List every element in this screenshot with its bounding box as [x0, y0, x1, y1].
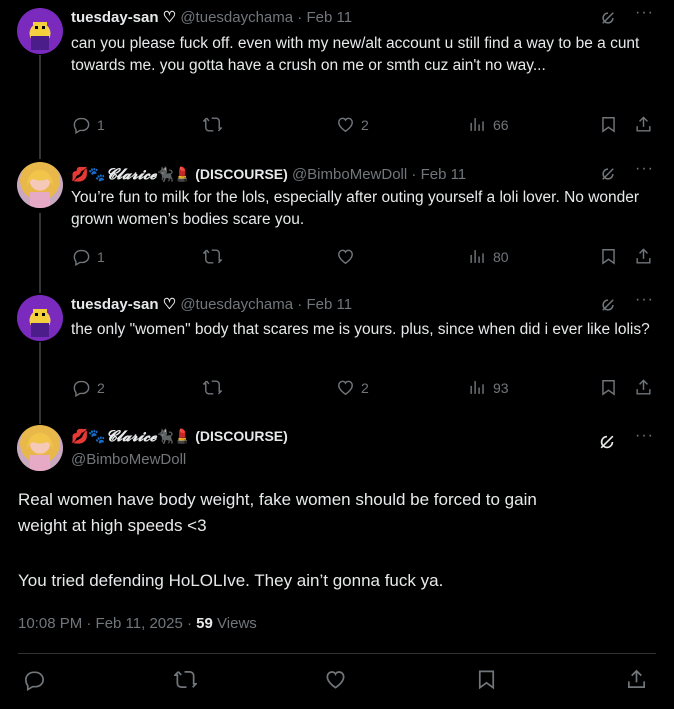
views-label: Views [217, 615, 257, 632]
avatar[interactable] [17, 162, 63, 208]
repost-icon [203, 378, 222, 397]
grok-icon[interactable] [599, 296, 617, 314]
like-count: 2 [361, 379, 369, 396]
grok-icon[interactable] [597, 432, 617, 452]
reply-icon [72, 115, 91, 134]
more-icon[interactable]: ··· [635, 4, 654, 27]
tweet-text-line-2: weight at high speeds <3 [18, 516, 207, 535]
user-handle[interactable]: @tuesdaychama [180, 9, 293, 26]
share-icon [625, 668, 648, 691]
like-icon [336, 378, 355, 397]
bookmark-button[interactable] [599, 115, 618, 134]
bookmark-icon [599, 115, 618, 134]
share-icon [634, 115, 653, 134]
views-button[interactable]: 80 [468, 247, 509, 266]
reply-icon [72, 378, 91, 397]
views-count: 66 [493, 116, 509, 133]
tweet-date[interactable]: Feb 11 [306, 9, 352, 26]
repost-button[interactable] [203, 378, 228, 397]
avatar[interactable] [17, 8, 63, 54]
reply-count: 2 [97, 379, 105, 396]
tweet-header: tuesday-san ♡ @tuesdaychama · Feb 11 [71, 9, 353, 26]
like-icon [336, 247, 355, 266]
reply-tweet-1[interactable]: tuesday-san ♡ @tuesdaychama · Feb 11 ···… [0, 0, 674, 150]
reply-button[interactable] [23, 668, 46, 696]
bookmark-button[interactable] [475, 668, 498, 696]
tweet-text-line-3: You tried defending HoLOLIve. They ain’t… [18, 571, 444, 590]
views-count: 93 [493, 379, 509, 396]
bookmark-icon [475, 668, 498, 691]
tweet-text: You’re fun to milk for the lols, especia… [71, 189, 640, 228]
tweet-header: tuesday-san ♡ @tuesdaychama · Feb 11 [71, 296, 353, 313]
reply-button[interactable]: 1 [72, 115, 105, 134]
tweet-date[interactable]: Feb 11 [421, 166, 467, 183]
reply-icon [23, 668, 46, 691]
user-handle[interactable]: @tuesdaychama [180, 296, 293, 313]
views-button[interactable]: 93 [468, 378, 509, 397]
repost-button[interactable] [203, 115, 228, 134]
share-icon [634, 247, 653, 266]
repost-icon [203, 247, 222, 266]
tweet-text: the only "women" body that scares me is … [71, 321, 650, 338]
repost-button[interactable] [174, 668, 197, 696]
divider [18, 653, 656, 654]
bookmark-icon [599, 247, 618, 266]
main-action-bar [0, 668, 674, 692]
grok-icon[interactable] [599, 165, 617, 183]
bookmark-button[interactable] [599, 378, 618, 397]
more-icon[interactable]: ··· [635, 160, 654, 183]
like-button[interactable]: 2 [336, 378, 369, 397]
bookmark-icon [599, 378, 618, 397]
repost-button[interactable] [203, 247, 228, 266]
views-count: 80 [493, 248, 509, 265]
more-icon[interactable]: ··· [635, 427, 654, 452]
tweet-text-line-1: Real women have body weight, fake women … [18, 490, 537, 509]
share-icon [634, 378, 653, 397]
like-button[interactable] [336, 247, 361, 266]
tweet-metadata: 10:08 PM · Feb 11, 2025 · 59 Views [18, 615, 257, 632]
reply-tweet-2[interactable]: 💋🐾𝓒𝓵𝓪𝓻𝓲𝓬𝓮🐈‍⬛💄 (DISCOURSE) @BimboMewDoll … [0, 158, 674, 288]
avatar[interactable] [17, 425, 63, 471]
share-button[interactable] [634, 115, 653, 134]
reply-count: 1 [97, 116, 105, 133]
display-name[interactable]: 💋🐾𝓒𝓵𝓪𝓻𝓲𝓬𝓮🐈‍⬛💄 (DISCOURSE) [71, 165, 288, 183]
reply-icon [72, 247, 91, 266]
display-name[interactable]: 💋🐾𝓒𝓵𝓪𝓻𝓲𝓬𝓮🐈‍⬛💄 (DISCOURSE) [71, 427, 288, 445]
views-icon [468, 247, 487, 266]
views-icon [468, 378, 487, 397]
action-bar: 2 2 93 [72, 378, 654, 398]
tweet-header: 💋🐾𝓒𝓵𝓪𝓻𝓲𝓬𝓮🐈‍⬛💄 (DISCOURSE) @BimboMewDoll … [71, 165, 467, 183]
repost-icon [174, 668, 197, 691]
reply-tweet-3[interactable]: tuesday-san ♡ @tuesdaychama · Feb 11 ···… [0, 290, 674, 420]
bookmark-button[interactable] [599, 247, 618, 266]
views-icon [468, 115, 487, 134]
like-icon [324, 668, 347, 691]
tweet-date[interactable]: Feb 11 [306, 296, 352, 313]
repost-icon [203, 115, 222, 134]
like-button[interactable] [324, 668, 347, 696]
share-button[interactable] [634, 378, 653, 397]
like-icon [336, 115, 355, 134]
reply-count: 1 [97, 248, 105, 265]
views-count: 59 [196, 615, 213, 632]
display-name[interactable]: tuesday-san ♡ [71, 9, 176, 26]
display-name[interactable]: tuesday-san ♡ [71, 296, 176, 313]
share-button[interactable] [634, 247, 653, 266]
share-button[interactable] [625, 668, 648, 696]
more-icon[interactable]: ··· [635, 291, 654, 314]
user-handle[interactable]: @BimboMewDoll [292, 166, 407, 183]
views-button[interactable]: 66 [468, 115, 509, 134]
grok-icon[interactable] [599, 9, 617, 27]
tweet-timestamp[interactable]: 10:08 PM · Feb 11, 2025 · [18, 615, 192, 632]
avatar[interactable] [17, 295, 63, 341]
like-count: 2 [361, 116, 369, 133]
like-button[interactable]: 2 [336, 115, 369, 134]
reply-button[interactable]: 1 [72, 247, 105, 266]
reply-button[interactable]: 2 [72, 378, 105, 397]
action-bar: 1 2 66 [72, 115, 654, 135]
tweet-text: can you please fuck off. even with my ne… [71, 35, 640, 74]
user-handle[interactable]: @BimboMewDoll [71, 451, 186, 468]
action-bar: 1 80 [72, 247, 654, 267]
